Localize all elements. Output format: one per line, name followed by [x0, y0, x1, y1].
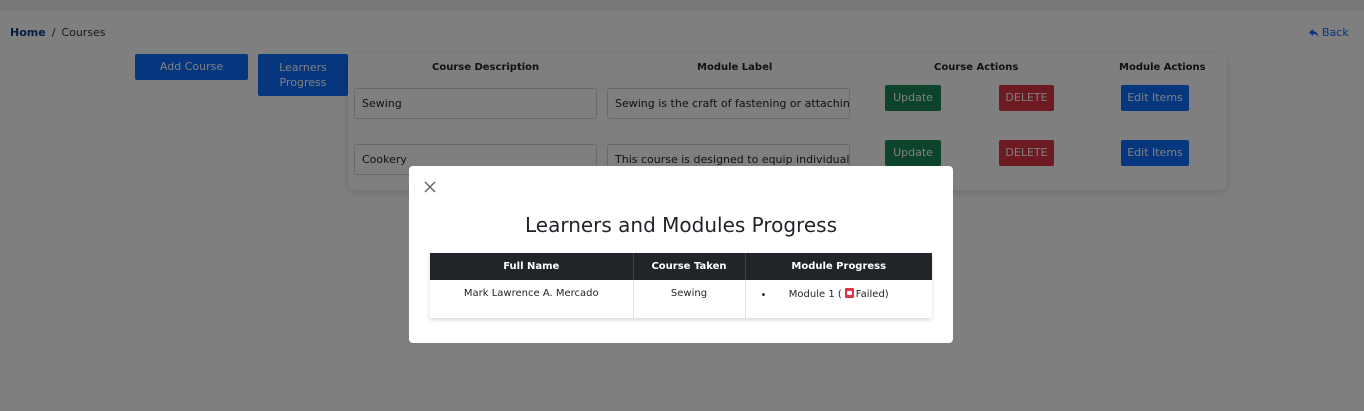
header-module-progress: Module Progress — [745, 253, 932, 280]
table-row: Mark Lawrence A. Mercado Sewing • Module… — [430, 280, 932, 318]
header-course-taken: Course Taken — [633, 253, 746, 280]
learners-progress-modal: Learners and Modules Progress Full Name … — [409, 166, 953, 343]
learner-full-name: Mark Lawrence A. Mercado — [430, 280, 634, 318]
close-icon[interactable] — [422, 179, 438, 195]
header-full-name: Full Name — [430, 253, 634, 280]
module-status: Failed) — [855, 289, 889, 300]
learner-module-progress: • Module 1 ( Failed) — [745, 280, 932, 318]
list-bullet: • — [760, 290, 767, 301]
learner-course-taken: Sewing — [633, 280, 746, 318]
status-open-paren: ( — [837, 289, 842, 300]
progress-table: Full Name Course Taken Module Progress M… — [430, 253, 932, 318]
modal-title: Learners and Modules Progress — [524, 213, 838, 237]
module-name: Module 1 — [788, 289, 835, 300]
pdf-file-icon — [844, 288, 854, 298]
